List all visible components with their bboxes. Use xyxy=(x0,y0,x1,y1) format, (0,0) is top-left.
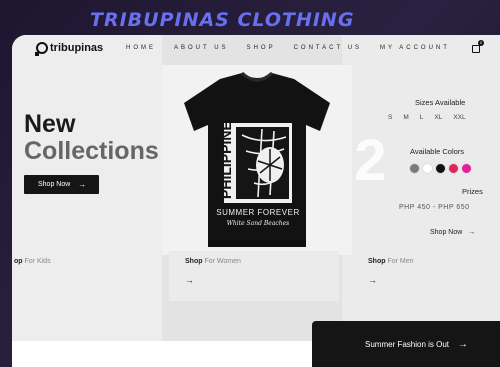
color-swatch[interactable] xyxy=(448,163,459,174)
price-range: PHP 450 - PHP 650 xyxy=(399,204,470,211)
colors-label: Available Colors xyxy=(410,147,465,156)
category-title: Shop For Women xyxy=(185,258,241,265)
sizes-label: Sizes Available xyxy=(415,98,466,107)
footer-strip xyxy=(12,341,324,367)
color-swatch[interactable] xyxy=(409,163,420,174)
hero-shop-now-label: Shop Now xyxy=(38,181,71,188)
category-title: Shop For Men xyxy=(368,258,414,265)
cart-button[interactable]: 0 xyxy=(472,40,484,54)
size-option[interactable]: XXL xyxy=(453,114,465,121)
size-options: S M L XL XXL xyxy=(388,114,477,121)
top-navigation: tribupinas HOME ABOUT US SHOP CONTACT US… xyxy=(12,35,500,63)
arrow-right-icon: → xyxy=(368,275,377,285)
tshirt-image: PHILIPPINES SUMMER FOREVER White Sand Be… xyxy=(162,65,352,255)
shirt-print-line1: SUMMER FOREVER xyxy=(216,208,299,217)
menu-item-about-us[interactable]: ABOUT US xyxy=(174,45,229,51)
hero-title-line1: New xyxy=(24,110,76,138)
shirt-print-vertical-text: PHILIPPINES xyxy=(218,112,234,199)
arrow-right-icon: → xyxy=(78,180,87,189)
arrow-right-icon: → xyxy=(185,275,194,285)
details-shop-now-label: Shop Now xyxy=(430,229,463,236)
logo-text: tribupinas xyxy=(50,42,104,54)
hero-shop-now-button[interactable]: Shop Now → xyxy=(24,175,99,194)
color-swatch[interactable] xyxy=(461,163,472,174)
shopping-bag-icon xyxy=(472,45,480,53)
menu-item-my-account[interactable]: MY ACCOUNT xyxy=(380,45,450,51)
brand-banner-title: TRIBUPINAS CLOTHING xyxy=(90,9,355,31)
shirt-print-line2: White Sand Beaches xyxy=(227,220,290,227)
size-option[interactable]: XL xyxy=(434,114,442,121)
cta-label: Summer Fashion is Out xyxy=(365,339,450,349)
site-frame: tribupinas HOME ABOUT US SHOP CONTACT US… xyxy=(12,35,500,367)
menu-item-shop[interactable]: SHOP xyxy=(247,45,276,51)
logo-mark-icon xyxy=(35,42,48,56)
summer-fashion-cta-button[interactable]: Summer Fashion is Out → xyxy=(312,321,500,367)
category-card-women[interactable]: Shop For Women → xyxy=(169,251,339,301)
site-logo[interactable]: tribupinas xyxy=(35,42,104,56)
menu-item-home[interactable]: HOME xyxy=(126,45,156,51)
category-title: op For Kids xyxy=(14,258,51,265)
color-options xyxy=(409,163,474,174)
main-menu: HOME ABOUT US SHOP CONTACT US MY ACCOUNT xyxy=(126,45,468,51)
color-swatch[interactable] xyxy=(435,163,446,174)
size-option[interactable]: M xyxy=(403,114,408,121)
category-card-men[interactable]: Shop For Men → xyxy=(352,251,500,301)
menu-item-contact-us[interactable]: CONTACT US xyxy=(294,45,362,51)
arrow-right-icon: → xyxy=(458,338,469,350)
arrow-right-icon: → xyxy=(464,229,476,236)
background-band-right xyxy=(342,35,500,367)
hero-title-line2: Collections xyxy=(24,137,159,165)
cart-count-badge: 0 xyxy=(478,40,484,46)
prizes-label: Prizes xyxy=(462,187,483,196)
color-swatch[interactable] xyxy=(422,163,433,174)
details-shop-now-link[interactable]: Shop Now → xyxy=(430,229,475,236)
background-band-left xyxy=(12,35,162,367)
category-card-kids[interactable]: op For Kids xyxy=(12,251,138,301)
size-option[interactable]: S xyxy=(388,114,392,121)
size-option[interactable]: L xyxy=(420,114,424,121)
